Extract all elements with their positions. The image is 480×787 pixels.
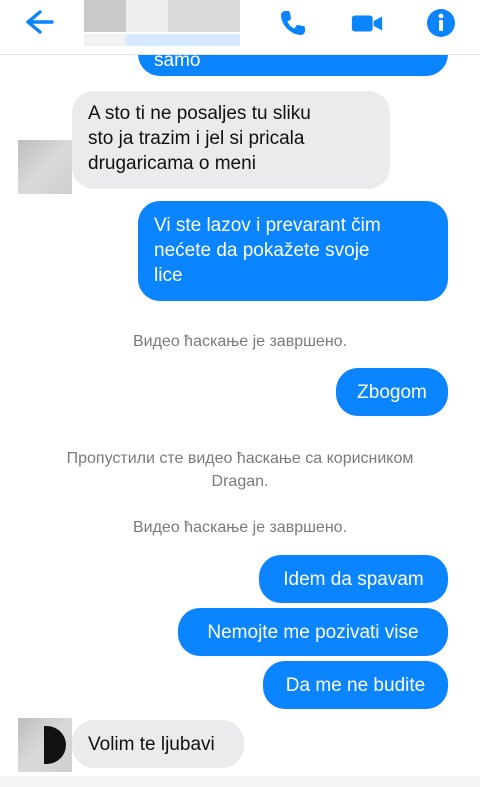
- message-outgoing[interactable]: Idem da spavam: [259, 555, 448, 603]
- missed-call-notice: Пропустили сте видео ћаскање са корисник…: [0, 447, 480, 493]
- message-line: A sto ti ne posaljes tu sliku: [88, 103, 311, 124]
- message-text: Da me ne budite: [285, 675, 426, 696]
- arrow-left-icon: [26, 10, 54, 34]
- system-message: Видео ћаскање је завршено.: [132, 519, 348, 536]
- message-text: Zbogom: [357, 382, 427, 403]
- message-text: Idem da spavam: [283, 569, 424, 590]
- peer-avatar-blurred[interactable]: [18, 140, 72, 194]
- message-incoming[interactable]: Volim te ljubavi: [72, 720, 244, 768]
- system-message: Видео ћаскање је завршено.: [132, 333, 348, 350]
- video-camera-icon: [351, 15, 383, 32]
- contact-status-blurred: [84, 34, 126, 46]
- message-outgoing[interactable]: Vi ste lazov i prevarant čim nećete da p…: [138, 201, 448, 301]
- message-line: drugaricama o meni: [88, 153, 256, 174]
- back-button[interactable]: [18, 6, 58, 38]
- message-line: lice: [154, 265, 183, 286]
- message-outgoing[interactable]: Zbogom: [336, 368, 448, 416]
- message-line: Vi ste lazov i prevarant čim: [154, 215, 381, 236]
- call-button[interactable]: [276, 6, 310, 40]
- info-icon: [427, 9, 455, 37]
- message-text: Nemojte me pozivati vise: [207, 622, 419, 643]
- message-incoming[interactable]: A sto ti ne posaljes tu sliku sto ja tra…: [72, 91, 390, 189]
- system-line: Dragan.: [211, 473, 269, 490]
- contact-name-blurred[interactable]: [168, 0, 240, 32]
- chat-header: [0, 0, 480, 55]
- message-outgoing[interactable]: Nemojte me pozivati vise: [178, 608, 448, 656]
- info-button[interactable]: [424, 6, 458, 40]
- message-line: nećete da pokažete svoje: [154, 240, 370, 261]
- contact-avatar-blurred[interactable]: [126, 0, 168, 32]
- message-line: sto ja trazim i jel si pricala: [88, 128, 305, 149]
- contact-status-blurred: [126, 34, 240, 46]
- message-text: Volim te ljubavi: [88, 734, 215, 755]
- phone-icon: [281, 11, 305, 35]
- message-outgoing[interactable]: Da me ne budite: [263, 661, 448, 709]
- video-call-button[interactable]: [350, 6, 384, 40]
- composer-edge: [0, 776, 480, 787]
- system-line: Пропустили сте видео ћаскање са корисник…: [66, 450, 414, 467]
- contact-avatar-blurred[interactable]: [84, 0, 126, 32]
